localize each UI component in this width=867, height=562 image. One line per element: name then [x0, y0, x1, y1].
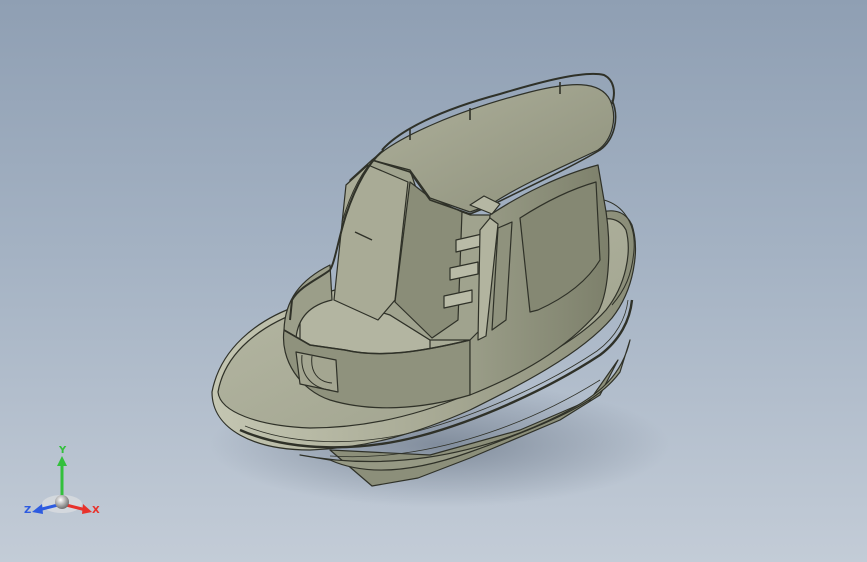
- x-axis-label: X: [92, 505, 100, 516]
- triad-origin-icon: [55, 495, 69, 509]
- z-axis-arrow-icon: [32, 504, 43, 514]
- z-axis-label: Z: [24, 505, 32, 516]
- boat-3d-model[interactable]: [0, 0, 867, 562]
- view-triad[interactable]: Y X Z: [22, 446, 106, 526]
- y-axis-label: Y: [59, 445, 67, 456]
- graphics-viewport[interactable]: Y X Z: [0, 0, 867, 562]
- y-axis-arrow-icon: [57, 456, 67, 466]
- x-axis-arrow-icon: [82, 504, 92, 514]
